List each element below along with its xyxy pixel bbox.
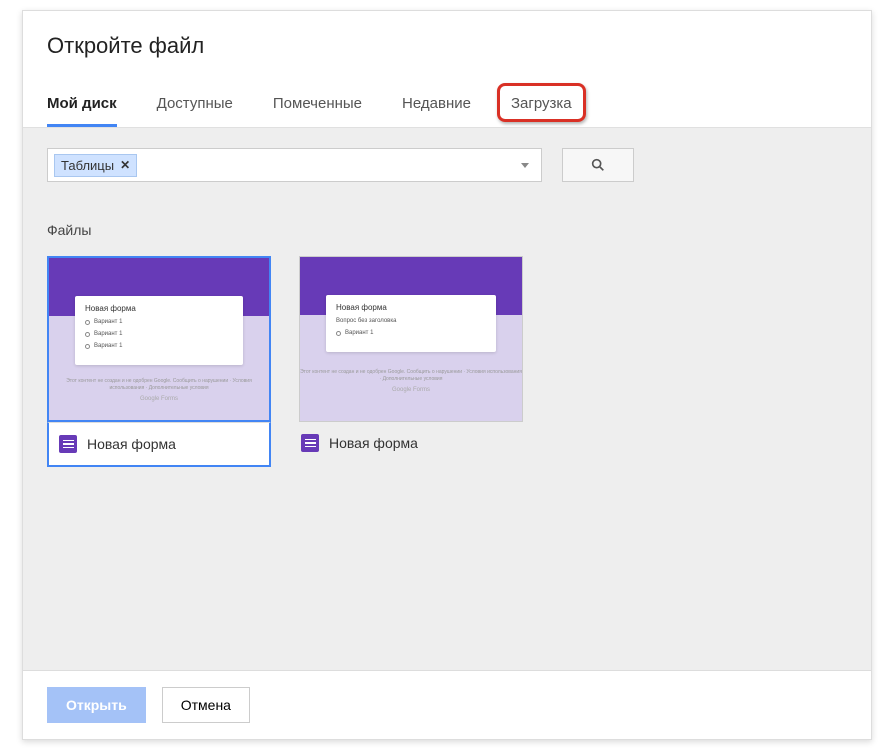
search-icon bbox=[590, 157, 606, 173]
tab-label: Помеченные bbox=[273, 95, 362, 112]
filter-input[interactable]: Таблицы ✕ bbox=[47, 148, 542, 182]
thumb-brand: Google Forms bbox=[49, 396, 269, 402]
file-name: Новая форма bbox=[329, 435, 418, 451]
file-name: Новая форма bbox=[87, 436, 176, 452]
forms-icon bbox=[59, 435, 77, 453]
tab-label: Недавние bbox=[402, 95, 471, 112]
tabs-bar: Мой диск Доступные Помеченные Недавние З… bbox=[23, 85, 871, 128]
thumb-footer: Этот контент не создан и не одобрен Goog… bbox=[300, 369, 522, 383]
file-caption: Новая форма bbox=[47, 422, 271, 467]
dialog-header: Откройте файл bbox=[23, 11, 871, 71]
file-thumbnail: Новая форма Вариант 1 Вариант 1 Вариант … bbox=[47, 256, 271, 422]
file-card[interactable]: Новая форма Вопрос без заголовка Вариант… bbox=[299, 256, 523, 467]
dialog-footer: Открыть Отмена bbox=[23, 670, 871, 739]
tab-shared[interactable]: Доступные bbox=[157, 85, 233, 127]
tab-my-drive[interactable]: Мой диск bbox=[47, 85, 117, 127]
tab-label: Загрузка bbox=[511, 95, 572, 112]
tab-upload[interactable]: Загрузка bbox=[511, 85, 572, 127]
chip-remove-icon[interactable]: ✕ bbox=[120, 158, 130, 172]
thumb-title: Новая форма bbox=[336, 303, 486, 312]
section-label: Файлы bbox=[47, 222, 847, 238]
cancel-button[interactable]: Отмена bbox=[162, 687, 250, 723]
files-grid: Новая форма Вариант 1 Вариант 1 Вариант … bbox=[47, 256, 847, 467]
file-picker-dialog: Откройте файл Мой диск Доступные Помечен… bbox=[22, 10, 872, 740]
thumb-title: Новая форма bbox=[85, 304, 233, 313]
filter-chip[interactable]: Таблицы ✕ bbox=[54, 154, 137, 177]
tab-starred[interactable]: Помеченные bbox=[273, 85, 362, 127]
tab-label: Мой диск bbox=[47, 95, 117, 112]
thumb-footer: Этот контент не создан и не одобрен Goog… bbox=[49, 378, 269, 392]
tab-label: Доступные bbox=[157, 95, 233, 112]
search-button[interactable] bbox=[562, 148, 634, 182]
file-caption: Новая форма bbox=[299, 422, 523, 464]
filter-bar: Таблицы ✕ bbox=[23, 128, 871, 202]
tab-recent[interactable]: Недавние bbox=[402, 85, 471, 127]
file-thumbnail: Новая форма Вопрос без заголовка Вариант… bbox=[299, 256, 523, 422]
dialog-title: Откройте файл bbox=[47, 33, 847, 59]
thumb-subtitle: Вопрос без заголовка bbox=[336, 318, 486, 324]
content-area: Файлы Новая форма Вариант 1 Вариант 1 Ва… bbox=[23, 202, 871, 670]
open-button[interactable]: Открыть bbox=[47, 687, 146, 723]
file-card[interactable]: Новая форма Вариант 1 Вариант 1 Вариант … bbox=[47, 256, 271, 467]
chip-label: Таблицы bbox=[61, 158, 114, 173]
forms-icon bbox=[301, 434, 319, 452]
dropdown-arrow-icon[interactable] bbox=[521, 163, 529, 168]
thumb-brand: Google Forms bbox=[300, 387, 522, 393]
